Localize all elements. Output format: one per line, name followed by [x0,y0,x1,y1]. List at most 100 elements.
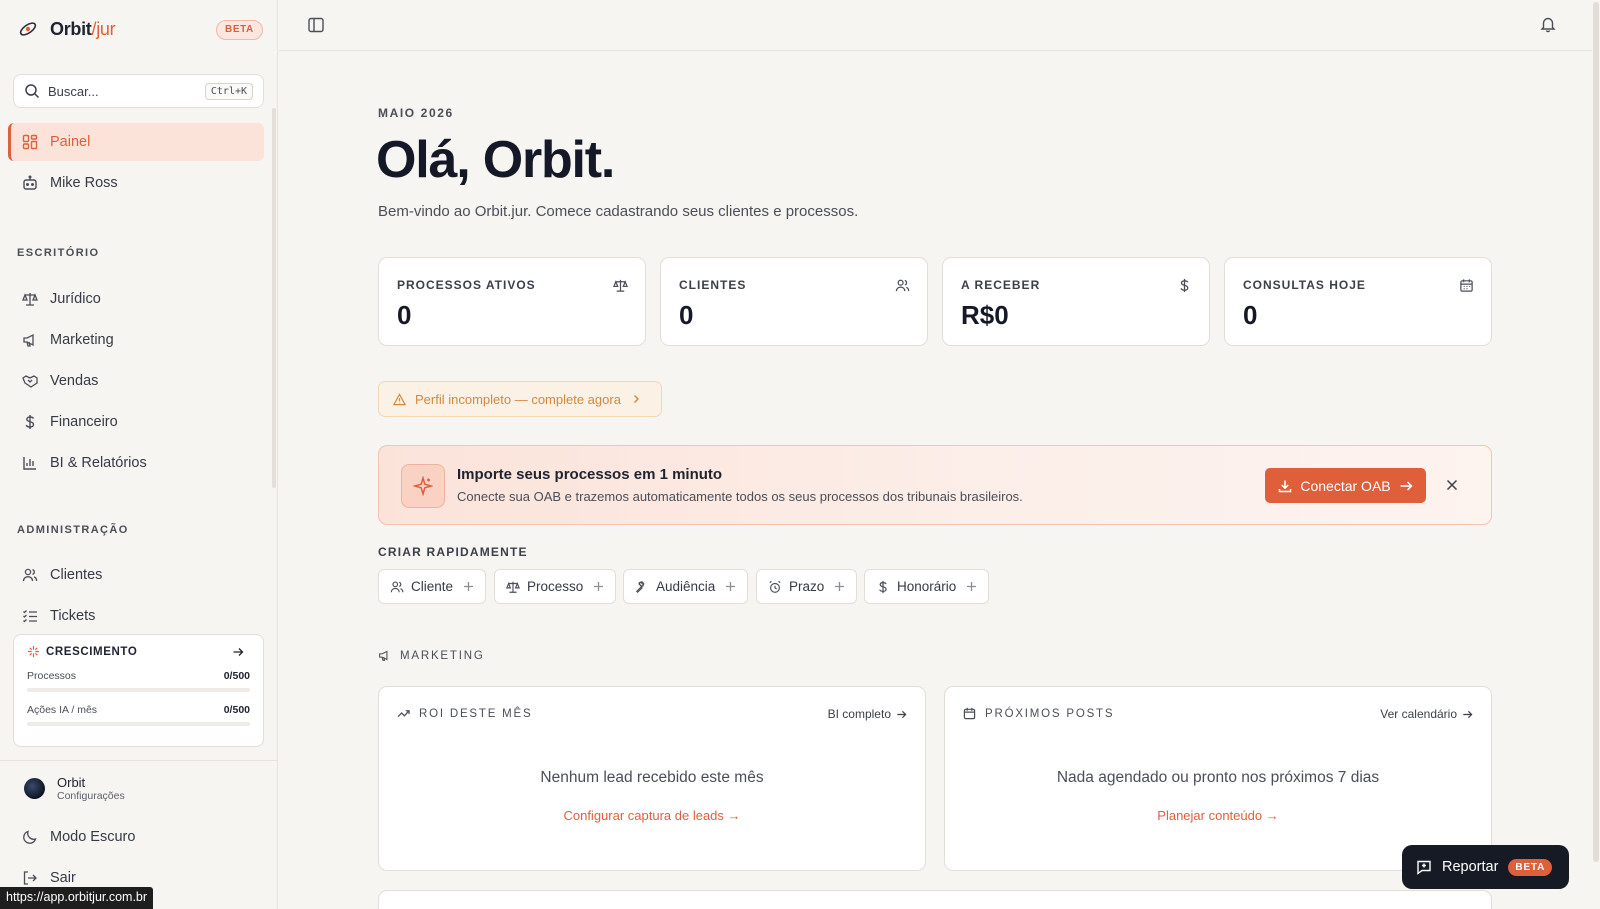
plus-icon [594,582,604,591]
connect-oab-button[interactable]: Conectar OAB [1265,468,1426,503]
chip-label: Processo [527,579,584,594]
link-label: BI completo [827,707,891,721]
sidebar-item-juridico[interactable]: Jurídico [8,280,264,318]
sidebar: Orbit/jur BETA Buscar... Ctrl+K Painel M… [0,0,278,909]
search-input[interactable]: Buscar... Ctrl+K [13,74,264,108]
megaphone-icon [23,333,34,347]
plan-content-link[interactable]: Planejar conteúdo → [945,808,1491,823]
dollar-icon [1180,278,1189,293]
report-beta-badge: BETA [1508,858,1553,876]
sidebar-item-painel[interactable]: Painel [8,123,264,161]
handshake-icon [22,375,38,388]
gavel-icon [635,580,645,593]
card-header: PRÓXIMOS POSTS [963,707,1114,720]
growth-card[interactable]: CRESCIMENTO Processos 0/500 Ações IA / m… [13,634,264,747]
users-icon [895,279,910,292]
scale-icon [506,581,520,593]
stat-card-clientes: CLIENTES 0 [660,257,928,346]
bi-completo-link[interactable]: BI completo [828,707,907,721]
users-icon [22,568,38,582]
growth-header: CRESCIMENTO [27,645,250,658]
plus-icon [967,582,977,591]
close-icon[interactable] [1445,478,1459,492]
growth-title: CRESCIMENTO [46,645,138,658]
sidebar-item-financeiro[interactable]: Financeiro [8,403,264,441]
sidebar-divider [0,760,278,761]
sidebar-item-label: Financeiro [50,414,118,430]
chip-label: Audiência [656,579,716,594]
welcome-text: Bem-vindo ao Orbit.jur. Comece cadastran… [378,203,859,220]
quick-create-honorario[interactable]: Honorário [864,569,990,604]
marketing-section-label: MARKETING [378,649,485,662]
sidebar-item-vendas[interactable]: Vendas [8,362,264,400]
sidebar-item-tickets[interactable]: Tickets [8,597,264,635]
brand-name-main: Orbit [50,18,92,39]
chevron-right-icon [633,395,639,403]
import-title: Importe seus processos em 1 minuto [457,466,723,483]
growth-progress-processos [27,688,250,692]
quick-create-prazo[interactable]: Prazo [756,569,858,604]
link-label: Ver calendário [1380,707,1457,721]
growth-row-label: Processos [27,670,77,682]
report-label: Reportar [1442,859,1499,875]
sidebar-scrollbar[interactable] [272,108,276,488]
topbar [279,0,1592,51]
section-label-escritorio: ESCRITÓRIO [17,247,100,259]
quick-create-processo[interactable]: Processo [494,569,617,604]
brand[interactable]: Orbit/jur [18,18,116,40]
page-scrollbar-thumb[interactable] [1593,2,1599,862]
arrow-right-icon [1463,710,1473,718]
bell-icon[interactable] [1539,15,1557,33]
sidebar-toggle-icon[interactable] [307,16,325,34]
growth-row-label: Ações IA / mês [27,704,98,716]
stat-value: 0 [1243,300,1258,330]
stat-label: CONSULTAS HOJE [1243,278,1366,292]
card-title: PRÓXIMOS POSTS [985,707,1115,720]
search-placeholder: Buscar... [48,83,99,99]
user-profile[interactable]: Orbit Configurações [24,775,125,802]
roi-card: ROI DESTE MÊS BI completo Nenhum lead re… [378,686,926,871]
sidebar-item-label: BI & Relatórios [50,455,147,471]
date-eyebrow: MAIO 2026 [378,106,454,120]
dark-mode-toggle[interactable]: Modo Escuro [8,818,264,856]
moon-icon [23,830,37,844]
chip-label: Cliente [411,579,454,594]
sidebar-item-label: Modo Escuro [50,829,136,845]
ver-calendario-link[interactable]: Ver calendário [1380,707,1473,721]
quick-create-label: CRIAR RAPIDAMENTE [378,545,528,559]
configure-leads-link[interactable]: Configurar captura de leads → [379,808,925,823]
empty-state-text: Nada agendado ou pronto nos próximos 7 d… [1056,769,1380,786]
report-button[interactable]: Reportar BETA [1402,845,1569,889]
sidebar-item-bi-relatorios[interactable]: BI & Relatórios [8,444,264,482]
posts-card: PRÓXIMOS POSTS Ver calendário Nada agend… [944,686,1492,871]
growth-progress-acoes-ia [27,722,250,726]
sidebar-item-label: Painel [50,134,91,150]
empty-state-text: Nenhum lead recebido este mês [540,769,764,786]
quick-create-audiencia[interactable]: Audiência [623,569,749,604]
stat-value: 0 [397,300,412,330]
sidebar-item-label: Jurídico [50,291,101,307]
orbit-logo-icon [19,22,37,36]
growth-row-value: 0/500 [223,704,250,716]
card-header: ROI DESTE MÊS [397,707,533,720]
sparkle-icon [27,645,40,658]
section-label-administracao: ADMINISTRAÇÃO [17,524,129,536]
plus-icon [835,582,845,591]
growth-row-processos: Processos 0/500 [27,670,250,682]
sidebar-item-mike-ross[interactable]: Mike Ross [8,164,264,202]
sidebar-item-label: Mike Ross [50,175,118,191]
arrow-right-icon [897,710,907,718]
sidebar-item-clientes[interactable]: Clientes [8,556,264,594]
sidebar-item-marketing[interactable]: Marketing [8,321,264,359]
page-scrollbar[interactable] [1592,0,1600,909]
scale-icon [22,293,38,306]
arrow-right-icon[interactable] [232,646,244,658]
profile-incomplete-banner[interactable]: Perfil incompleto — complete agora [378,381,662,417]
beta-badge: BETA [216,20,263,40]
sidebar-item-label: Tickets [50,608,96,624]
next-section-card [378,890,1492,909]
quick-create-cliente[interactable]: Cliente [378,569,487,604]
scale-icon [613,279,628,292]
brand-name: Orbit/jur [50,18,116,40]
megaphone-icon [379,650,388,661]
